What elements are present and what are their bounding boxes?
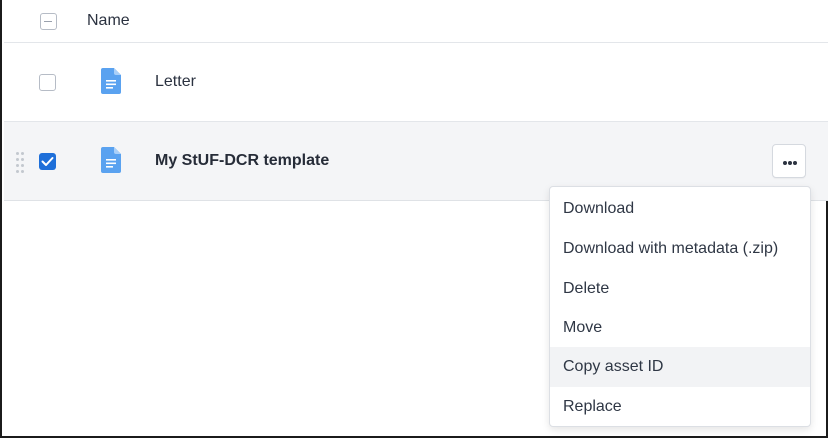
- menu-item-move[interactable]: Move: [550, 308, 810, 348]
- row-checkbox[interactable]: [39, 74, 56, 91]
- more-actions-button[interactable]: [772, 144, 806, 178]
- file-list-panel: Name Letter My StUF-DCR template Downloa…: [0, 0, 828, 438]
- drag-handle-icon[interactable]: [16, 152, 26, 173]
- file-name[interactable]: My StUF-DCR template: [155, 152, 329, 170]
- document-icon: [101, 68, 121, 94]
- checkmark-icon: [41, 157, 54, 166]
- menu-item-download[interactable]: Download: [550, 189, 810, 229]
- menu-item-copy-asset-id[interactable]: Copy asset ID: [550, 347, 810, 387]
- row-checkbox-checked[interactable]: [39, 153, 56, 170]
- menu-item-download-with-metadata[interactable]: Download with metadata (.zip): [550, 229, 810, 269]
- select-all-checkbox[interactable]: [40, 13, 57, 30]
- table-row[interactable]: Letter: [4, 43, 828, 122]
- menu-item-replace[interactable]: Replace: [550, 387, 810, 426]
- file-name[interactable]: Letter: [155, 73, 196, 91]
- table-header: Name: [4, 0, 828, 43]
- actions-menu: Download Download with metadata (.zip) D…: [549, 186, 811, 427]
- menu-item-delete[interactable]: Delete: [550, 269, 810, 309]
- ellipsis-icon: [783, 161, 787, 165]
- document-icon: [101, 147, 121, 173]
- name-column-header[interactable]: Name: [87, 12, 130, 30]
